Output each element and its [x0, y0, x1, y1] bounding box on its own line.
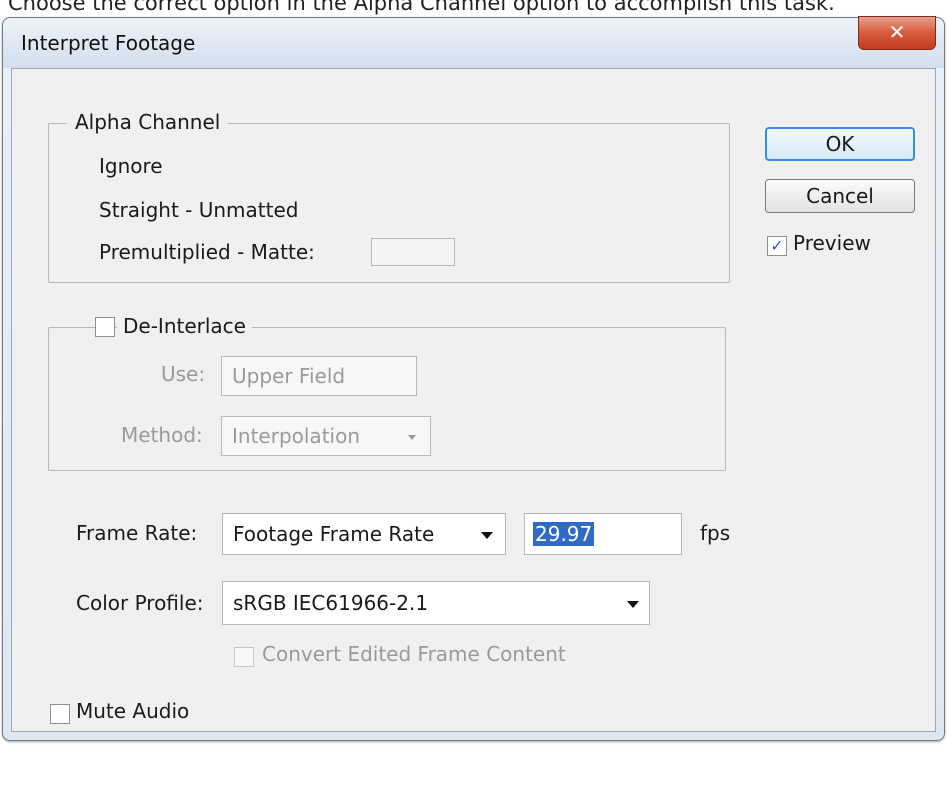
method-select: Interpolation	[221, 416, 431, 456]
color-profile-label: Color Profile:	[76, 591, 204, 615]
ok-button[interactable]: OK	[765, 127, 915, 161]
alpha-channel-group: Alpha Channel Ignore Straight - Unmatted…	[48, 110, 730, 283]
close-button[interactable]: ✕	[858, 16, 936, 50]
chevron-down-icon	[408, 435, 416, 440]
color-profile-value: sRGB IEC61966-2.1	[233, 591, 429, 615]
chevron-down-icon	[481, 532, 493, 539]
fps-input[interactable]: 29.97	[524, 513, 682, 555]
preview-checkbox[interactable]: ✓	[767, 236, 787, 256]
use-label: Use:	[161, 362, 206, 386]
task-caption: Choose the correct option in the Alpha C…	[8, 0, 835, 15]
alpha-option-premultiplied-matte[interactable]: Premultiplied - Matte:	[99, 240, 315, 264]
deinterlace-label: De-Interlace	[117, 314, 252, 338]
interpret-footage-dialog: Interpret Footage ✕ Alpha Channel Ignore…	[2, 16, 945, 741]
preview-label: Preview	[793, 231, 871, 255]
dialog-body: Alpha Channel Ignore Straight - Unmatted…	[11, 68, 936, 732]
mute-audio-label: Mute Audio	[76, 699, 190, 723]
frame-rate-select[interactable]: Footage Frame Rate	[222, 513, 506, 555]
alpha-channel-legend: Alpha Channel	[67, 110, 229, 134]
deinterlace-checkbox[interactable]	[95, 317, 115, 337]
cancel-button[interactable]: Cancel	[765, 179, 915, 213]
alpha-option-ignore[interactable]: Ignore	[99, 154, 163, 178]
chevron-down-icon	[627, 601, 639, 608]
convert-edited-frame-label: Convert Edited Frame Content	[262, 642, 566, 666]
convert-edited-frame-checkbox	[234, 647, 254, 667]
alpha-option-straight-unmatted[interactable]: Straight - Unmatted	[99, 198, 298, 222]
color-profile-select[interactable]: sRGB IEC61966-2.1	[222, 581, 650, 625]
matte-color-swatch[interactable]	[371, 238, 455, 266]
frame-rate-value: Footage Frame Rate	[233, 522, 435, 546]
method-label: Method:	[121, 423, 203, 447]
use-field-value: Upper Field	[232, 364, 346, 388]
checkmark-icon: ✓	[770, 236, 784, 255]
fps-unit-label: fps	[700, 521, 731, 545]
title-bar: Interpret Footage ✕	[3, 16, 944, 68]
method-value: Interpolation	[232, 424, 360, 448]
window-title: Interpret Footage	[21, 31, 196, 55]
use-field-select: Upper Field	[221, 356, 417, 396]
close-icon: ✕	[888, 20, 906, 44]
fps-value: 29.97	[533, 522, 595, 546]
frame-rate-label: Frame Rate:	[76, 521, 198, 545]
mute-audio-checkbox[interactable]	[50, 704, 70, 724]
deinterlace-group: De-Interlace Use: Upper Field Method: In…	[48, 314, 726, 471]
